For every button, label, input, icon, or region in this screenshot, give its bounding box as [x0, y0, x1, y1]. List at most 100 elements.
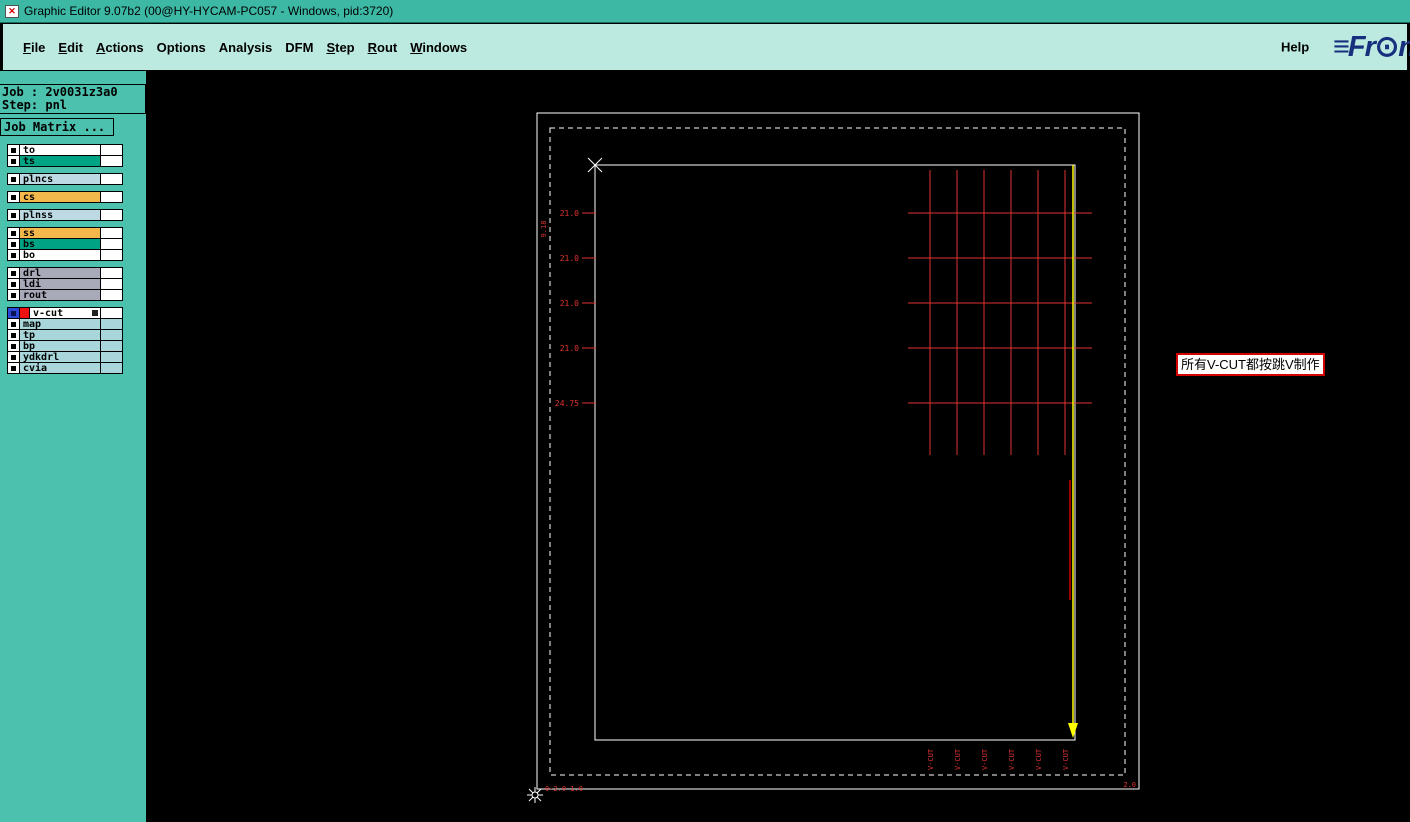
logo-text-fr: Fr — [1347, 31, 1376, 63]
layer-row-tail — [100, 352, 122, 362]
layer-row-ts[interactable]: ts — [7, 155, 123, 167]
corner-label: 2.0 — [1123, 781, 1136, 789]
layer-name[interactable]: v-cut — [30, 308, 100, 318]
vcut-label: V-CUT — [927, 748, 935, 770]
layer-row-tail — [100, 174, 122, 184]
sidebar: Job : 2v0031z3a0 Step: pnl Job Matrix ..… — [0, 71, 146, 822]
vcut-label: V-CUT — [954, 748, 962, 770]
canvas[interactable]: 21.0 21.0 21.0 21.0 24.75 9.18 V-CUT V-C… — [146, 71, 1410, 822]
layer-row-ydkdrl[interactable]: ydkdrl — [7, 351, 123, 363]
job-info: Job : 2v0031z3a0 Step: pnl — [0, 84, 146, 114]
dim-label: 21.0 — [560, 209, 579, 218]
layer-row-tail — [100, 330, 122, 340]
layer-row-v-cut[interactable]: v-cut — [7, 307, 123, 319]
menu-dfm[interactable]: DFM — [285, 40, 313, 55]
layer-row-map[interactable]: map — [7, 318, 123, 330]
menu-step[interactable]: Step — [326, 40, 354, 55]
layer-color-swatch — [20, 308, 30, 318]
dim-label: 21.0 — [560, 299, 579, 308]
menu-analysis[interactable]: Analysis — [219, 40, 272, 55]
layer-row-tail — [100, 250, 122, 260]
profile-rect — [594, 164, 1076, 741]
layer-name[interactable]: tp — [20, 330, 100, 340]
layer-row-tail — [100, 228, 122, 238]
layer-row-rout[interactable]: rout — [7, 289, 123, 301]
layer-visibility-checkbox[interactable] — [8, 290, 20, 300]
layer-row-tail — [100, 192, 122, 202]
menu-file[interactable]: File — [23, 40, 45, 55]
vcut-label: V-CUT — [1062, 748, 1070, 770]
layer-visibility-checkbox[interactable] — [8, 319, 20, 329]
layer-visibility-checkbox[interactable] — [8, 341, 20, 351]
layer-row-plncs[interactable]: plncs — [7, 173, 123, 185]
layer-name[interactable]: cvia — [20, 363, 100, 373]
panel-outer-border — [536, 112, 1140, 790]
layer-row-tail — [100, 308, 122, 318]
layer-visibility-checkbox[interactable] — [8, 279, 20, 289]
layer-name[interactable]: bs — [20, 239, 100, 249]
layer-visibility-checkbox[interactable] — [8, 352, 20, 362]
layer-row-tail — [100, 145, 122, 155]
layer-visibility-checkbox[interactable] — [8, 268, 20, 278]
layer-row-tail — [100, 239, 122, 249]
layer-name[interactable]: cs — [20, 192, 100, 202]
layer-visibility-checkbox[interactable] — [8, 228, 20, 238]
layer-row-cvia[interactable]: cvia — [7, 362, 123, 374]
window-title: Graphic Editor 9.07b2 (00@HY-HYCAM-PC057… — [24, 4, 394, 18]
layer-visibility-checkbox[interactable] — [8, 174, 20, 184]
layer-row-bp[interactable]: bp — [7, 340, 123, 352]
layer-name[interactable]: drl — [20, 268, 100, 278]
layer-list: to ts plncs cs plnss ss bs bo drl ldi rout v-cut map… — [7, 144, 123, 374]
layer-row-ss[interactable]: ss — [7, 227, 123, 239]
dim-label: 21.0 — [560, 254, 579, 263]
layer-name[interactable]: rout — [20, 290, 100, 300]
menu-items: File Edit Actions Options Analysis DFM Step Rou… — [3, 40, 467, 55]
layer-visibility-checkbox[interactable] — [8, 363, 20, 373]
layer-visibility-checkbox[interactable] — [8, 210, 20, 220]
frontline-logo: ≡Fr⊙nt — [1333, 29, 1410, 64]
layer-row-bo[interactable]: bo — [7, 249, 123, 261]
layer-row-ldi[interactable]: ldi — [7, 278, 123, 290]
menu-help[interactable]: Help — [1281, 40, 1309, 55]
step-label: Step: pnl — [2, 98, 68, 112]
menu-actions[interactable]: Actions — [96, 40, 144, 55]
layer-name[interactable]: to — [20, 145, 100, 155]
logo-bars-icon: ≡ — [1333, 31, 1350, 63]
dim-label: 24.75 — [555, 399, 579, 408]
layer-row-plnss[interactable]: plnss — [7, 209, 123, 221]
layer-visibility-checkbox[interactable] — [8, 330, 20, 340]
layer-row-tail — [100, 279, 122, 289]
layer-visibility-checkbox[interactable] — [8, 192, 20, 202]
layer-row-tail — [100, 210, 122, 220]
layer-name[interactable]: map — [20, 319, 100, 329]
layer-name[interactable]: plncs — [20, 174, 100, 184]
layer-name[interactable]: bp — [20, 341, 100, 351]
layer-row-tp[interactable]: tp — [7, 329, 123, 341]
layer-row-cs[interactable]: cs — [7, 191, 123, 203]
layer-name[interactable]: ts — [20, 156, 100, 166]
layer-row-to[interactable]: to — [7, 144, 123, 156]
layer-name[interactable]: bo — [20, 250, 100, 260]
layer-row-bs[interactable]: bs — [7, 238, 123, 250]
vcut-label: V-CUT — [1035, 748, 1043, 770]
layer-row-drl[interactable]: drl — [7, 267, 123, 279]
layer-visibility-checkbox[interactable] — [8, 250, 20, 260]
menubar: File Edit Actions Options Analysis DFM Step Rou… — [2, 23, 1410, 71]
panel-dashed-border — [549, 127, 1126, 776]
layer-visibility-checkbox[interactable] — [8, 239, 20, 249]
job-matrix-button[interactable]: Job Matrix ... — [0, 118, 115, 136]
layer-visibility-checkbox[interactable] — [8, 156, 20, 166]
menu-rout[interactable]: Rout — [368, 40, 398, 55]
layer-visibility-checkbox[interactable] — [8, 308, 20, 318]
menu-options[interactable]: Options — [157, 40, 206, 55]
layer-name[interactable]: ss — [20, 228, 100, 238]
layer-visibility-checkbox[interactable] — [8, 145, 20, 155]
vcut-arrow-icon — [1068, 723, 1078, 738]
panel-drawing: 21.0 21.0 21.0 21.0 24.75 9.18 V-CUT V-C… — [527, 112, 1140, 803]
layer-name[interactable]: plnss — [20, 210, 100, 220]
menu-windows[interactable]: Windows — [410, 40, 467, 55]
titlebar: ✕ Graphic Editor 9.07b2 (00@HY-HYCAM-PC0… — [0, 0, 1410, 23]
menu-edit[interactable]: Edit — [58, 40, 83, 55]
layer-name[interactable]: ydkdrl — [20, 352, 100, 362]
layer-name[interactable]: ldi — [20, 279, 100, 289]
